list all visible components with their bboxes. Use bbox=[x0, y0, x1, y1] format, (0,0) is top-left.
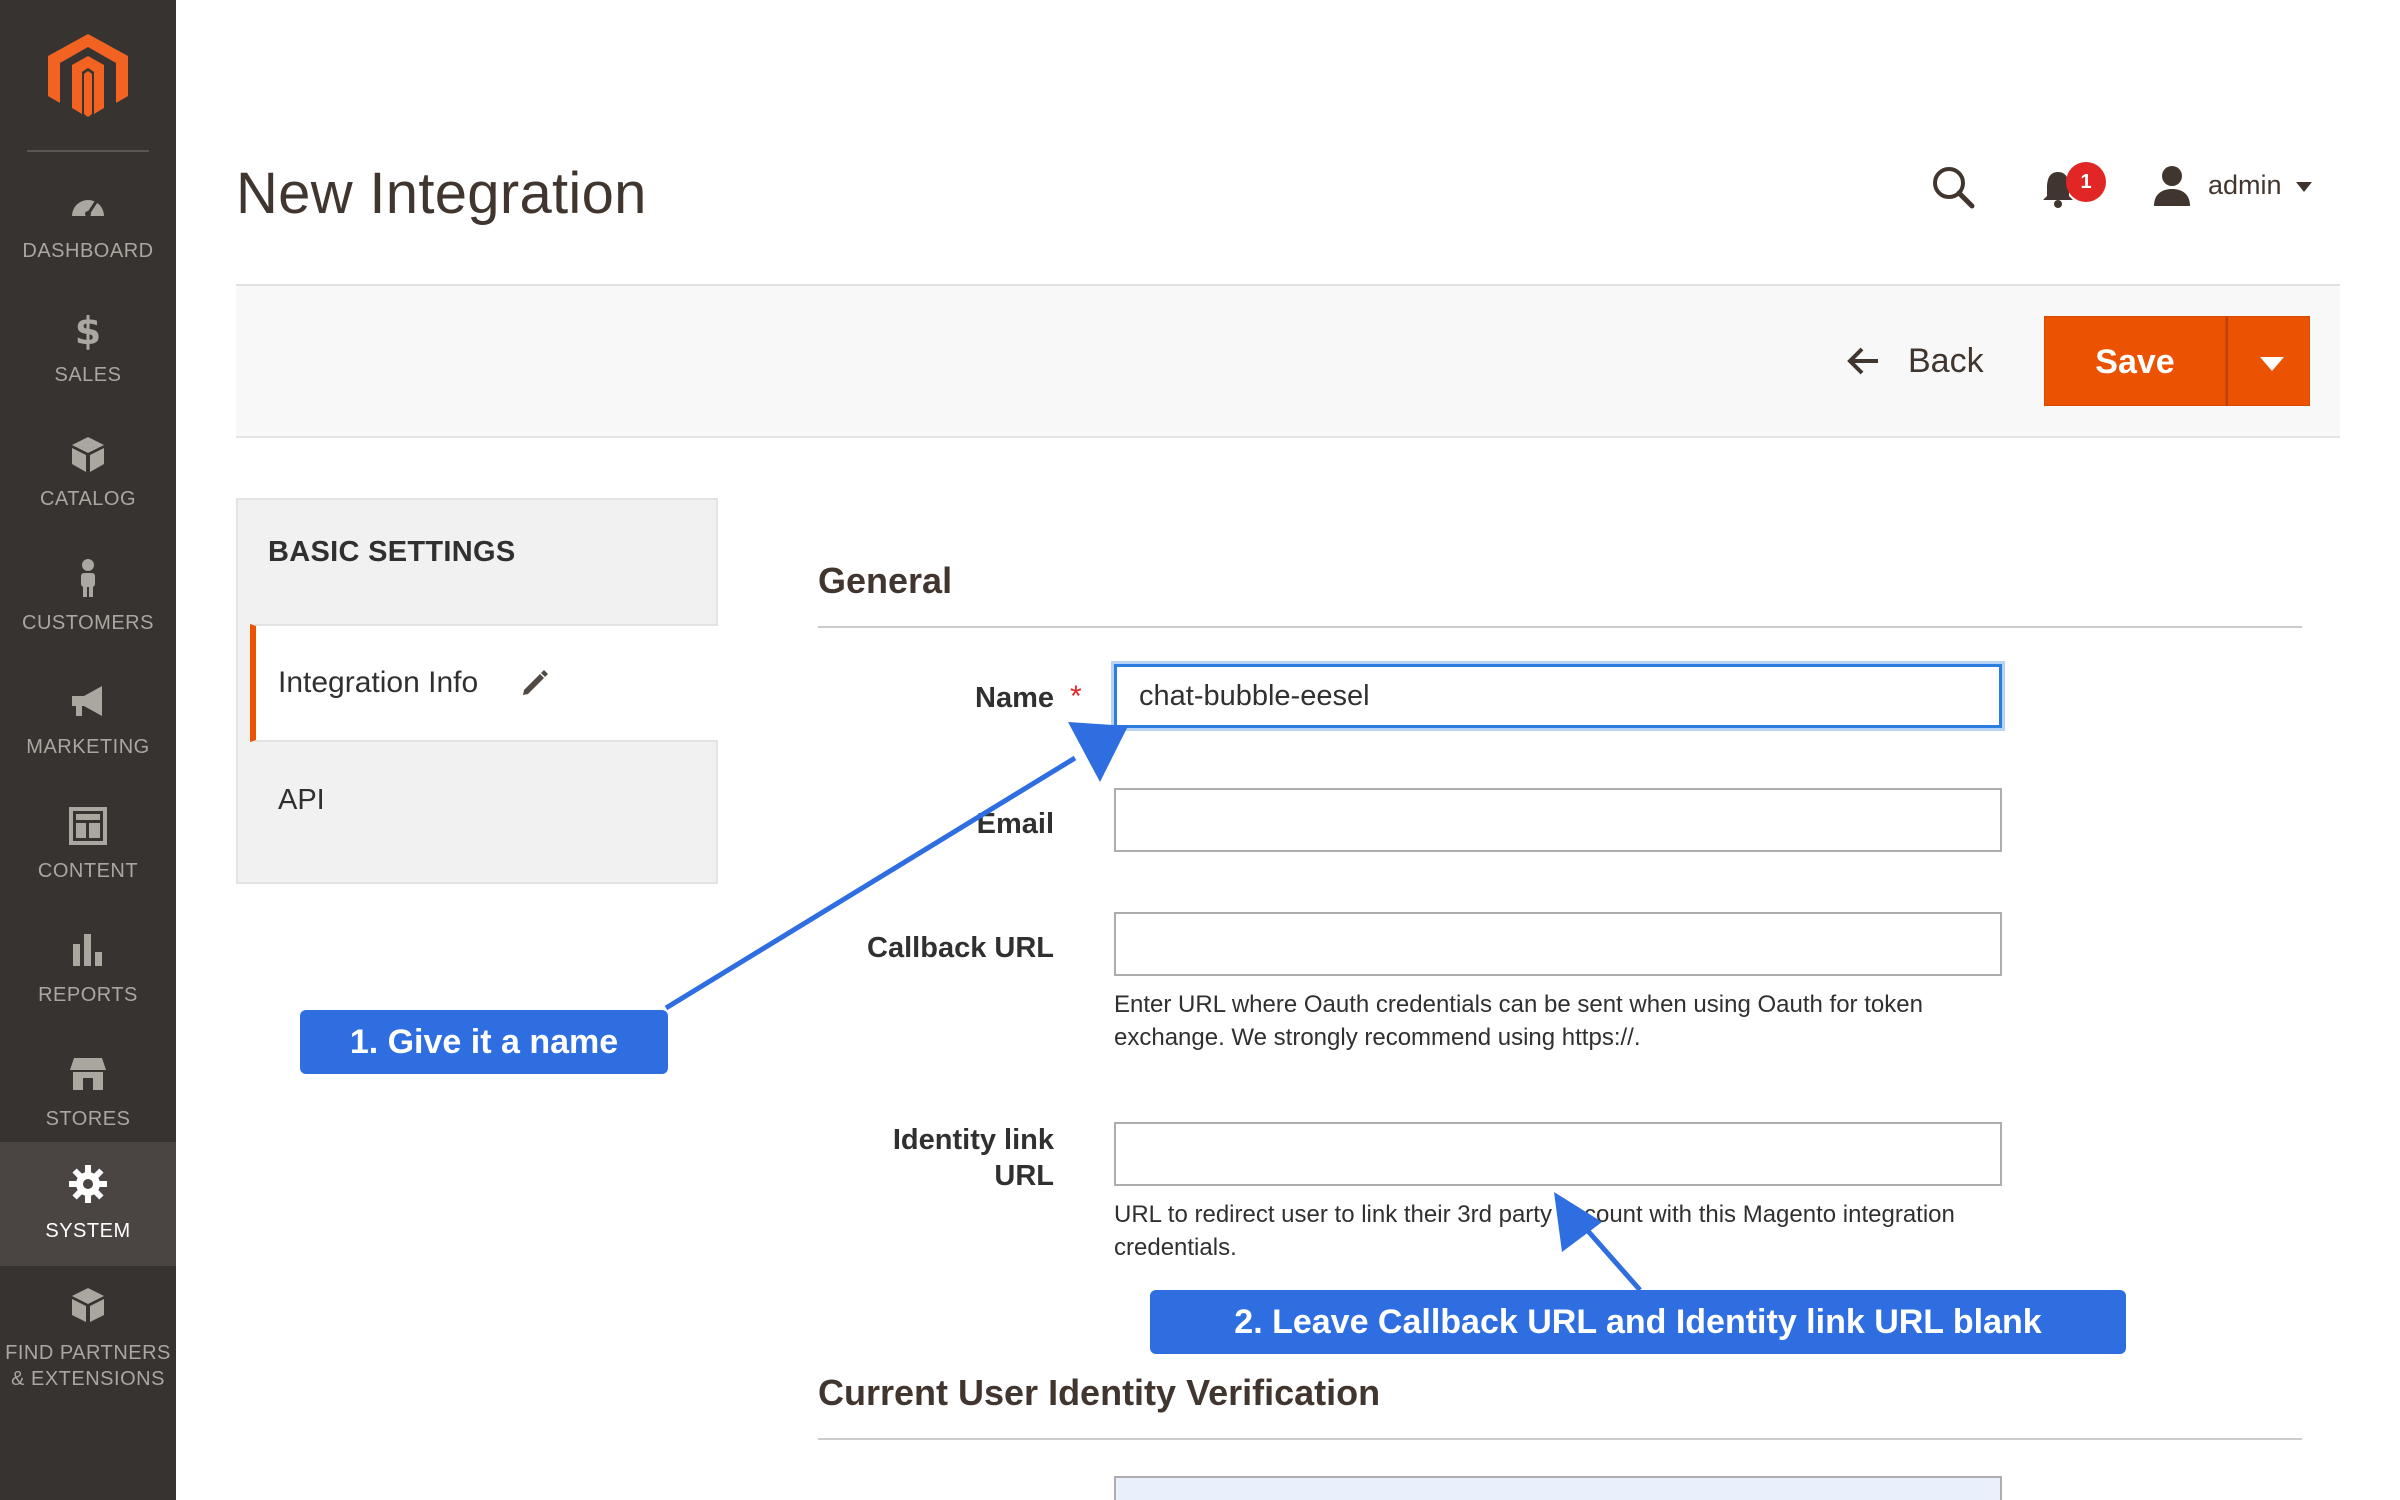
arrow-left-icon bbox=[1847, 347, 1878, 375]
gear-icon bbox=[69, 1165, 107, 1203]
pencil-icon bbox=[523, 670, 548, 695]
svg-text:$: $ bbox=[75, 310, 101, 350]
identity-label-line1: Identity link bbox=[892, 1124, 1054, 1156]
box-icon bbox=[72, 437, 104, 472]
identity-link-url-note: URL to redirect user to link their 3rd p… bbox=[1114, 1201, 1955, 1261]
section-title-general: General bbox=[818, 560, 953, 601]
section-divider bbox=[818, 1438, 2302, 1440]
notification-badge[interactable]: 1 bbox=[2066, 162, 2106, 202]
page: DASHBOARD $ SALES CATALOG CUSTOMERS MARK… bbox=[0, 0, 2400, 1500]
sidebar-divider bbox=[27, 150, 149, 152]
search-icon[interactable] bbox=[1930, 164, 1976, 210]
back-button-label: Back bbox=[1908, 342, 1984, 380]
annotation-arrowhead-1 bbox=[1068, 722, 1128, 782]
bar-chart-icon bbox=[73, 934, 102, 966]
dashboard-icon bbox=[72, 200, 104, 217]
callback-url-note: Enter URL where Oauth credentials can be… bbox=[1114, 991, 1923, 1051]
sidebar-item-label: REPORTS bbox=[38, 984, 138, 1006]
tab-integration-info-label[interactable]: Integration Info bbox=[278, 666, 478, 700]
sidebar-item-label-line1: FIND PARTNERS bbox=[5, 1342, 171, 1364]
tab-api[interactable]: API bbox=[278, 784, 325, 817]
user-menu-name[interactable]: admin bbox=[2208, 170, 2282, 201]
sidebar-item-label: CUSTOMERS bbox=[22, 612, 154, 634]
sidebar-item-label-line2: & EXTENSIONS bbox=[11, 1368, 165, 1390]
sidebar-item-label: CONTENT bbox=[37, 860, 139, 882]
sidebar-item-marketing[interactable]: MARKETING bbox=[0, 662, 176, 786]
password-field[interactable] bbox=[1114, 1476, 2002, 1500]
annotation-callout-1: 1. Give it a name bbox=[300, 1010, 668, 1074]
identity-label-line2: URL bbox=[994, 1160, 1054, 1192]
tabs-heading: BASIC SETTINGS bbox=[268, 536, 516, 568]
admin-sidebar: DASHBOARD $ SALES CATALOG CUSTOMERS MARK… bbox=[0, 0, 176, 1500]
annotation-callout-2: 2. Leave Callback URL and Identity link … bbox=[1150, 1290, 2126, 1354]
sidebar-item-catalog[interactable]: CATALOG bbox=[0, 414, 176, 538]
layout-icon bbox=[69, 807, 107, 845]
sidebar-item-dashboard[interactable]: DASHBOARD bbox=[0, 166, 176, 290]
callback-url-label: Callback URL bbox=[867, 932, 1054, 964]
email-label: Email bbox=[976, 808, 1054, 840]
email-field[interactable] bbox=[1114, 788, 2002, 852]
callback-url-field[interactable] bbox=[1114, 912, 2002, 976]
name-label: Name bbox=[975, 682, 1054, 714]
sidebar-item-label: CATALOG bbox=[39, 488, 137, 510]
extensions-icon bbox=[72, 1288, 104, 1322]
sidebar-item-label: DASHBOARD bbox=[22, 240, 154, 262]
sidebar-item-label: MARKETING bbox=[26, 736, 150, 758]
magento-logo[interactable] bbox=[48, 34, 128, 118]
save-button[interactable]: Save bbox=[2044, 316, 2226, 406]
chevron-down-icon[interactable] bbox=[2296, 182, 2312, 192]
sidebar-item-system[interactable]: SYSTEM bbox=[0, 1142, 176, 1266]
section-divider bbox=[818, 626, 2302, 628]
save-options-toggle[interactable] bbox=[2226, 316, 2310, 406]
required-asterisk: * bbox=[1070, 680, 1082, 713]
sidebar-item-stores[interactable]: STORES bbox=[0, 1034, 176, 1158]
back-button[interactable]: Back bbox=[1846, 338, 2006, 384]
sidebar-item-label: FIND PARTNERS & EXTENSIONS bbox=[0, 1340, 176, 1392]
annotation-arrow-1 bbox=[664, 755, 1077, 1011]
person-icon bbox=[81, 559, 95, 597]
dollar-icon: $ bbox=[75, 310, 101, 350]
page-actions-bar bbox=[236, 284, 2340, 438]
user-icon[interactable] bbox=[2152, 164, 2192, 208]
sidebar-item-content[interactable]: CONTENT bbox=[0, 786, 176, 910]
page-title: New Integration bbox=[236, 161, 647, 226]
identity-link-url-field[interactable] bbox=[1114, 1122, 2002, 1186]
storefront-icon bbox=[70, 1058, 106, 1090]
megaphone-icon bbox=[72, 686, 102, 716]
sidebar-item-customers[interactable]: CUSTOMERS bbox=[0, 538, 176, 662]
sidebar-item-find-partners[interactable]: FIND PARTNERS & EXTENSIONS bbox=[0, 1280, 176, 1410]
sidebar-item-label: STORES bbox=[45, 1108, 131, 1130]
name-field[interactable] bbox=[1114, 664, 2002, 728]
section-title-verification: Current User Identity Verification bbox=[818, 1372, 1381, 1413]
chevron-down-icon bbox=[2260, 357, 2284, 371]
sidebar-item-label: SYSTEM bbox=[45, 1220, 131, 1242]
sidebar-item-label: SALES bbox=[54, 364, 122, 386]
sidebar-item-sales[interactable]: $ SALES bbox=[0, 290, 176, 414]
sidebar-item-reports[interactable]: REPORTS bbox=[0, 910, 176, 1034]
identity-link-url-label: Identity link URL bbox=[754, 1122, 1054, 1194]
